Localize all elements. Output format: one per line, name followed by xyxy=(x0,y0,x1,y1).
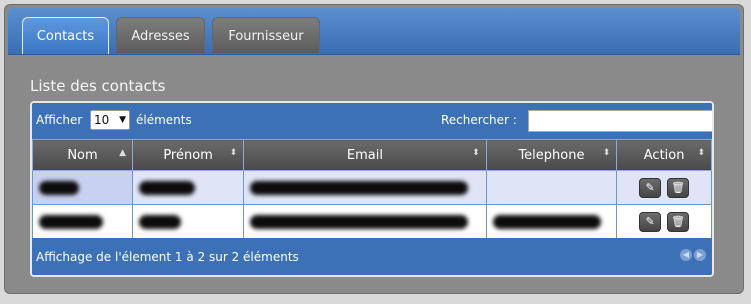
column-header-label: Action xyxy=(643,147,685,163)
pagination-info: Affichage de l'élement 1 à 2 sur 2 éléme… xyxy=(36,250,299,264)
cell-email xyxy=(243,170,487,205)
redacted-text xyxy=(39,180,79,195)
sort-asc-icon: ▲ xyxy=(119,148,126,158)
table-header-row: Nom ▲ Prénom ⬍ Email ⬍ Telephone ⬍ Actio… xyxy=(32,139,712,171)
column-header-nom[interactable]: Nom ▲ xyxy=(32,139,133,171)
table-row: ✎ 🗑 xyxy=(32,170,712,205)
contacts-table-wrapper: Afficher 10 ▼ éléments Rechercher : Nom … xyxy=(30,101,714,277)
search-input[interactable] xyxy=(528,110,712,132)
cell-action: ✎ 🗑 xyxy=(616,170,712,205)
section-title: Liste des contacts xyxy=(30,77,166,95)
redacted-text xyxy=(250,180,469,195)
elements-label: éléments xyxy=(136,113,192,127)
column-header-label: Prénom xyxy=(163,147,213,163)
pagination-controls: ◀ ▶ xyxy=(678,246,706,261)
column-header-prenom[interactable]: Prénom ⬍ xyxy=(131,139,245,171)
cell-nom xyxy=(32,170,133,205)
cell-telephone xyxy=(485,170,618,205)
search-label: Rechercher : xyxy=(441,113,517,127)
pencil-icon[interactable]: ✎ xyxy=(639,211,662,232)
show-label: Afficher xyxy=(36,113,83,127)
column-header-label: Nom xyxy=(67,147,98,163)
column-header-telephone[interactable]: Telephone ⬍ xyxy=(485,139,618,171)
tab-fournisseur[interactable]: Fournisseur xyxy=(212,17,320,54)
redacted-text xyxy=(39,214,103,229)
page-size-select[interactable]: 10 ▼ xyxy=(90,110,130,130)
cell-prenom xyxy=(131,204,245,239)
trash-icon[interactable]: 🗑 xyxy=(667,211,690,232)
trash-icon[interactable]: 🗑 xyxy=(667,177,690,198)
previous-page-icon[interactable]: ◀ xyxy=(680,249,692,261)
redacted-text xyxy=(139,214,181,229)
contacts-table: Nom ▲ Prénom ⬍ Email ⬍ Telephone ⬍ Actio… xyxy=(32,139,712,239)
page-size-value: 10 xyxy=(94,113,110,127)
sort-icon: ⬍ xyxy=(697,148,705,158)
cell-nom xyxy=(32,204,133,239)
cell-action: ✎ 🗑 xyxy=(616,204,712,239)
sort-icon: ⬍ xyxy=(472,148,480,158)
table-row: ✎ 🗑 xyxy=(32,204,712,239)
sort-icon: ⬍ xyxy=(602,148,611,158)
redacted-text xyxy=(139,180,195,195)
tab-contacts[interactable]: Contacts xyxy=(22,17,109,54)
cell-telephone xyxy=(485,204,618,239)
column-header-email[interactable]: Email ⬍ xyxy=(243,139,487,171)
tabs-panel: Contacts Adresses Fournisseur Liste des … xyxy=(4,4,744,294)
redacted-text xyxy=(492,214,601,229)
column-header-label: Telephone xyxy=(518,147,585,163)
next-page-icon[interactable]: ▶ xyxy=(694,249,706,261)
pencil-icon[interactable]: ✎ xyxy=(639,177,662,198)
redacted-text xyxy=(250,214,469,229)
cell-email xyxy=(243,204,487,239)
column-header-action[interactable]: Action ⬍ xyxy=(616,139,712,171)
sort-icon: ⬍ xyxy=(229,148,238,158)
table-footer: Affichage de l'élement 1 à 2 sur 2 éléme… xyxy=(32,238,712,275)
column-header-label: Email xyxy=(346,147,383,163)
tab-bar: Contacts Adresses Fournisseur xyxy=(8,8,740,55)
table-toolbar: Afficher 10 ▼ éléments Rechercher : xyxy=(32,103,712,139)
tab-adresses[interactable]: Adresses xyxy=(116,17,205,54)
cell-prenom xyxy=(131,170,245,205)
chevron-down-icon: ▼ xyxy=(119,115,126,125)
